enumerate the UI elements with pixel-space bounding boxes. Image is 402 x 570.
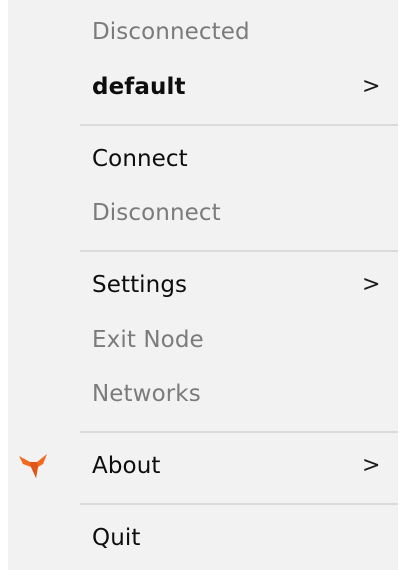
- separator: [80, 431, 398, 433]
- about-label: About: [92, 453, 161, 479]
- profile-menu-item[interactable]: default >: [8, 61, 398, 113]
- quit-menu-item[interactable]: Quit: [8, 512, 398, 564]
- settings-label: Settings: [92, 272, 188, 298]
- settings-menu-item[interactable]: Settings >: [8, 259, 398, 311]
- disconnect-label: Disconnect: [92, 200, 221, 226]
- quit-label: Quit: [92, 525, 141, 551]
- about-menu-item[interactable]: About >: [8, 440, 398, 492]
- profile-label: default: [92, 74, 186, 100]
- connect-menu-item[interactable]: Connect: [8, 133, 398, 185]
- separator: [80, 503, 398, 505]
- chevron-right-icon: >: [362, 272, 381, 297]
- separator: [80, 250, 398, 252]
- connect-label: Connect: [92, 146, 188, 172]
- networks-label: Networks: [92, 381, 201, 407]
- chevron-right-icon: >: [362, 74, 381, 99]
- separator: [80, 124, 398, 126]
- chevron-right-icon: >: [362, 453, 381, 478]
- disconnect-menu-item: Disconnect: [8, 187, 398, 239]
- networks-menu-item: Networks: [8, 368, 398, 420]
- context-menu: Disconnected default > Connect Disconnec…: [8, 0, 398, 570]
- exit-node-menu-item: Exit Node: [8, 314, 398, 366]
- exit-node-label: Exit Node: [92, 327, 204, 353]
- status-item: Disconnected: [8, 6, 398, 58]
- status-label: Disconnected: [92, 19, 250, 45]
- app-logo-icon: [19, 454, 47, 478]
